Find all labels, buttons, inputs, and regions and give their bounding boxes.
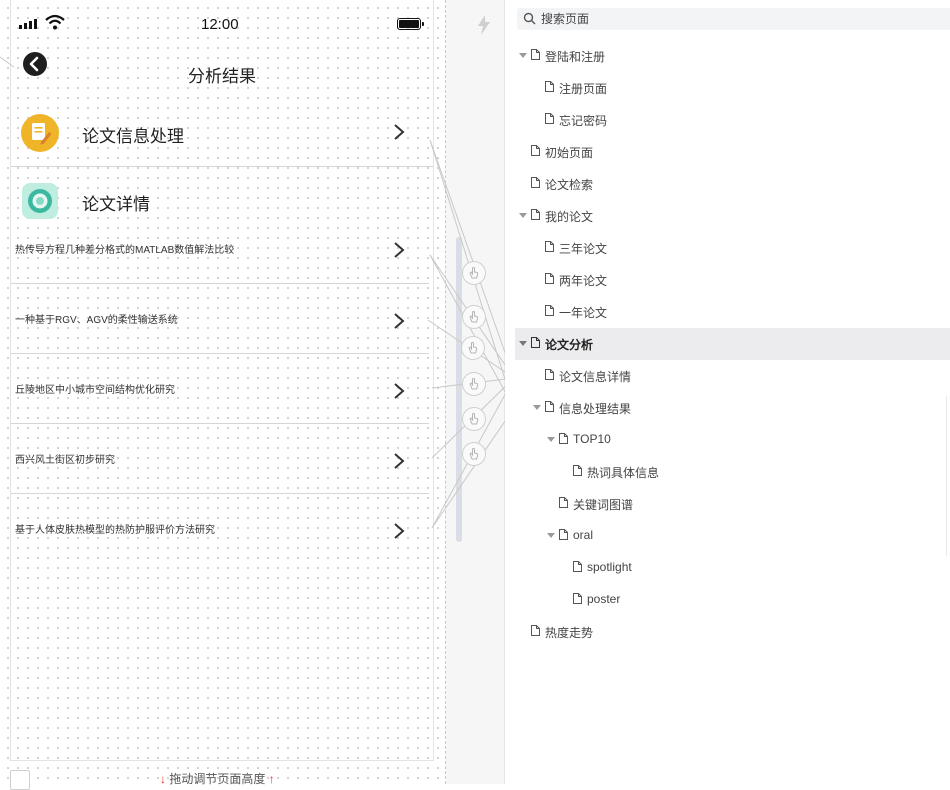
tree-item-two-year[interactable]: 两年论文 [515,264,950,296]
caret-down-icon[interactable] [547,437,555,442]
page-icon [545,305,554,316]
tree-item-label: 论文分析 [545,338,594,352]
tree-item-label: 热度走势 [545,626,594,640]
tree-item-top10[interactable]: TOP10 [515,424,950,456]
tree-item-paper-search[interactable]: 论文检索 [515,168,950,200]
page-icon [559,529,568,540]
caret-down-icon[interactable] [519,341,527,346]
tree-item-label: 初始页面 [545,146,594,160]
tree-item-label: 三年论文 [559,242,608,256]
page-icon [559,433,568,444]
tree-item-label: 论文检索 [545,178,594,192]
hand-pointer-icon[interactable] [462,305,486,329]
tree-item-trend[interactable]: 热度走势 [515,616,950,648]
page-icon [531,145,540,156]
hand-pointer-icon[interactable] [461,336,485,360]
hand-pointer-icon[interactable] [462,372,486,396]
tree-item-label: 热词具体信息 [587,466,660,480]
tree-item-label: oral [573,528,594,542]
tree-item-poster[interactable]: poster [515,584,950,616]
tree-item-initial-page[interactable]: 初始页面 [515,136,950,168]
page-icon [545,113,554,124]
tree-item-register-page[interactable]: 注册页面 [515,72,950,104]
page-tree-panel: 登陆和注册 注册页面 忘记密码 初始页面 论文检索 我的论文 三年论文 两年论文… [505,0,950,784]
page-icon [531,625,540,636]
page-icon [559,497,568,508]
tree-item-label: 关键词图谱 [573,498,634,512]
tree-item-label: 我的论文 [545,210,594,224]
caret-down-icon[interactable] [547,533,555,538]
page-icon [545,369,554,380]
tree-item-spotlight[interactable]: spotlight [515,552,950,584]
page-icon [531,177,540,188]
page-icon [545,401,554,412]
search-input[interactable] [541,9,921,29]
tree-item-paper-info-detail[interactable]: 论文信息详情 [515,360,950,392]
page-icon [545,273,554,284]
page-icon [531,337,540,348]
page-icon [531,49,540,60]
search-icon [523,12,536,25]
tree-item-one-year[interactable]: 一年论文 [515,296,950,328]
tree-item-label: 信息处理结果 [559,402,632,416]
tree-item-label: poster [587,592,621,606]
caret-down-icon[interactable] [519,213,527,218]
page-icon [573,465,582,476]
page-icon [545,241,554,252]
tree-item-paper-analysis[interactable]: 论文分析 [515,328,950,360]
caret-down-icon[interactable] [519,53,527,58]
tree-item-my-papers[interactable]: 我的论文 [515,200,950,232]
tree-item-oral[interactable]: oral [515,520,950,552]
search-box[interactable] [517,8,950,30]
page-icon [573,561,582,572]
link-connectors [0,56,517,529]
hand-pointer-icon[interactable] [462,442,486,466]
caret-down-icon[interactable] [533,405,541,410]
page-icon [545,81,554,92]
page-icon [573,593,582,604]
tree-item-hotword-info[interactable]: 热词具体信息 [515,456,950,488]
tree-item-forgot-password[interactable]: 忘记密码 [515,104,950,136]
tree-item-label: 注册页面 [559,82,608,96]
hand-pointer-icon[interactable] [462,407,486,431]
panel-edge [946,396,950,556]
tree-item-label: 忘记密码 [559,114,608,128]
tree-item-three-year[interactable]: 三年论文 [515,232,950,264]
tree-item-label: 论文信息详情 [559,370,632,384]
hand-pointer-icon[interactable] [462,261,486,285]
tree-item-label: TOP10 [573,432,611,446]
tree-item-processing-result[interactable]: 信息处理结果 [515,392,950,424]
tree-item-label: 两年论文 [559,274,608,288]
tree-item-label: 一年论文 [559,306,608,320]
tree-item-label: spotlight [587,560,632,574]
tree-item-label: 登陆和注册 [545,50,606,64]
tree-item-keyword-graph[interactable]: 关键词图谱 [515,488,950,520]
tree-item-login-register[interactable]: 登陆和注册 [515,40,950,72]
page-icon [531,209,540,220]
